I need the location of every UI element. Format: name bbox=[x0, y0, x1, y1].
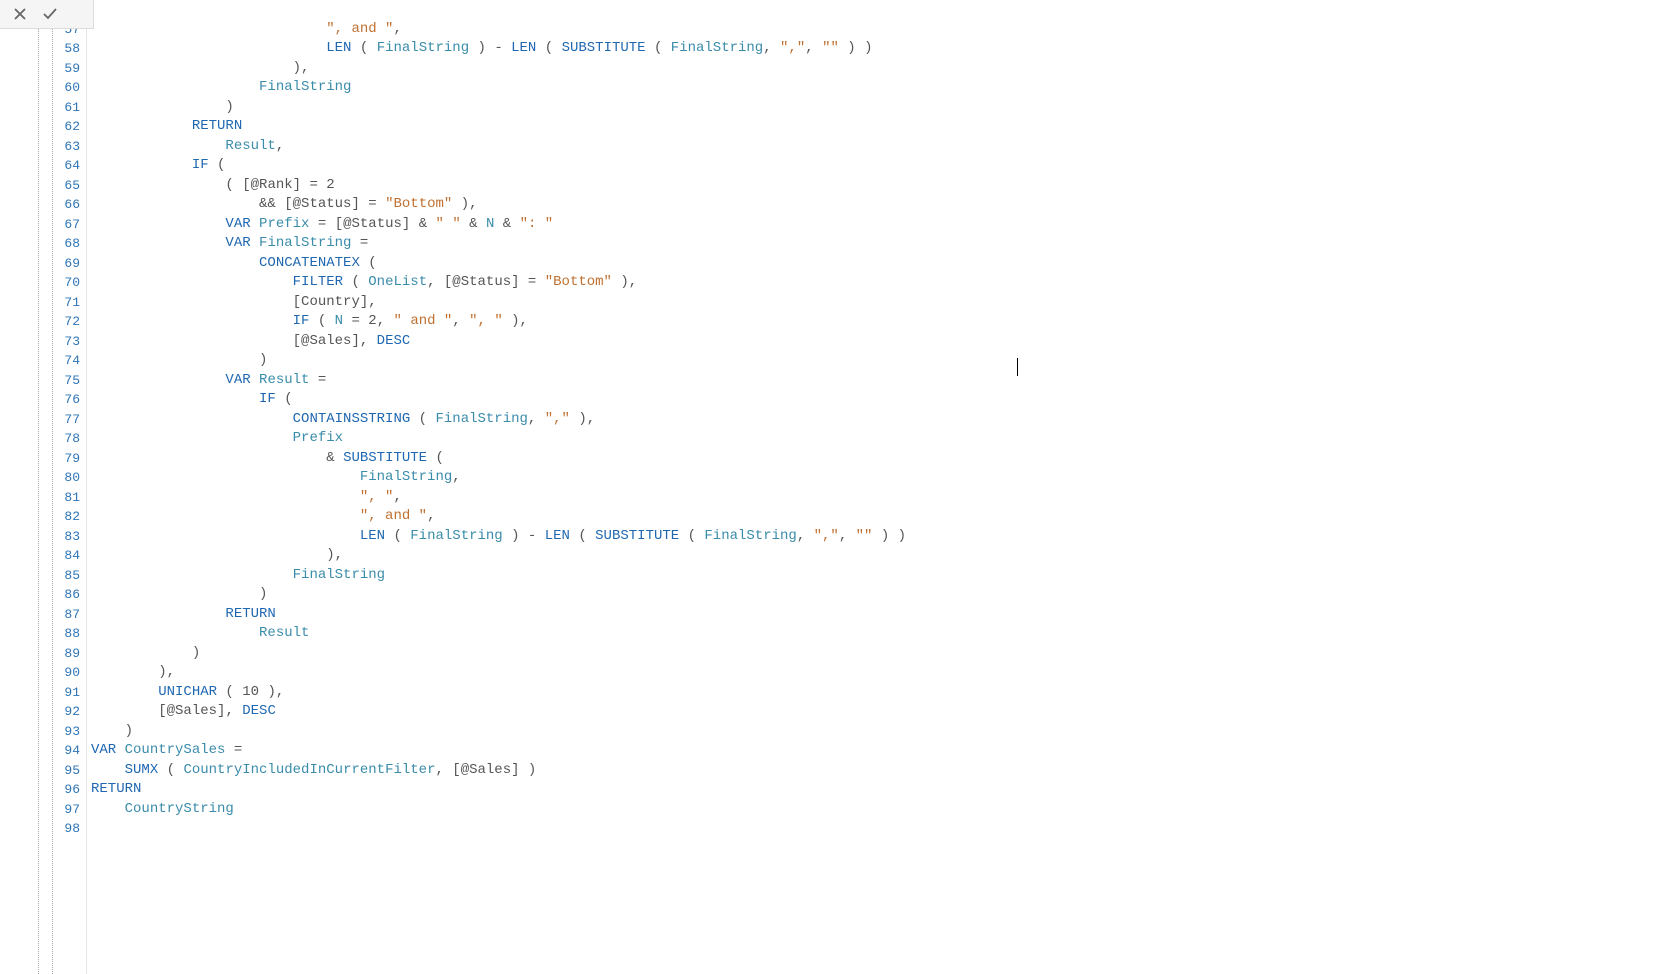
code-line[interactable]: ", and ", bbox=[87, 507, 1680, 527]
code-line[interactable]: IF ( bbox=[87, 390, 1680, 410]
line-number-gutter: 5657585960616263646566676869707172737475… bbox=[40, 0, 87, 974]
line-number: 79 bbox=[40, 449, 86, 469]
line-number: 70 bbox=[40, 273, 86, 293]
line-number: 81 bbox=[40, 488, 86, 508]
line-number: 85 bbox=[40, 566, 86, 586]
code-line[interactable]: VAR CountrySales = bbox=[87, 741, 1680, 761]
line-number: 89 bbox=[40, 644, 86, 664]
code-line[interactable]: && [@Status] = "Bottom" ), bbox=[87, 195, 1680, 215]
code-line[interactable]: VAR FinalString = bbox=[87, 234, 1680, 254]
line-number: 96 bbox=[40, 780, 86, 800]
line-number: 92 bbox=[40, 702, 86, 722]
line-number: 84 bbox=[40, 546, 86, 566]
line-number: 87 bbox=[40, 605, 86, 625]
line-number: 61 bbox=[40, 98, 86, 118]
line-number: 66 bbox=[40, 195, 86, 215]
line-number: 82 bbox=[40, 507, 86, 527]
formula-editor: 5657585960616263646566676869707172737475… bbox=[0, 0, 1680, 974]
fold-margin bbox=[0, 0, 40, 974]
line-number: 67 bbox=[40, 215, 86, 235]
code-line[interactable]: CONTAINSSTRING ( FinalString, "," ), bbox=[87, 410, 1680, 430]
code-line[interactable]: Prefix bbox=[87, 429, 1680, 449]
code-line[interactable]: ", ", bbox=[87, 488, 1680, 508]
code-line[interactable]: Result bbox=[87, 624, 1680, 644]
text-cursor bbox=[1017, 358, 1018, 376]
code-line[interactable]: RETURN bbox=[87, 605, 1680, 625]
line-number: 83 bbox=[40, 527, 86, 547]
line-number: 91 bbox=[40, 683, 86, 703]
code-line[interactable]: ) bbox=[87, 644, 1680, 664]
code-line[interactable]: FinalString bbox=[87, 566, 1680, 586]
confirm-button[interactable] bbox=[38, 2, 62, 26]
line-number: 62 bbox=[40, 117, 86, 137]
line-number: 80 bbox=[40, 468, 86, 488]
code-line[interactable]: FinalString, bbox=[87, 468, 1680, 488]
code-line[interactable]: ) bbox=[87, 722, 1680, 742]
code-line[interactable]: ( [@Rank] = 2 bbox=[87, 176, 1680, 196]
line-number: 77 bbox=[40, 410, 86, 430]
code-line[interactable]: UNICHAR ( 10 ), bbox=[87, 683, 1680, 703]
line-number: 95 bbox=[40, 761, 86, 781]
line-number: 98 bbox=[40, 819, 86, 839]
line-number: 93 bbox=[40, 722, 86, 742]
code-line[interactable]: Result, bbox=[87, 137, 1680, 157]
line-number: 59 bbox=[40, 59, 86, 79]
line-number: 86 bbox=[40, 585, 86, 605]
code-line[interactable]: FinalString bbox=[87, 78, 1680, 98]
code-line[interactable]: LEN ( FinalString ) - LEN ( SUBSTITUTE (… bbox=[87, 39, 1680, 59]
line-number: 60 bbox=[40, 78, 86, 98]
code-line[interactable]: CONCATENATEX ( bbox=[87, 254, 1680, 274]
fold-guide bbox=[38, 0, 40, 974]
code-line[interactable]: IF ( bbox=[87, 156, 1680, 176]
line-number: 64 bbox=[40, 156, 86, 176]
line-number: 71 bbox=[40, 293, 86, 313]
line-number: 74 bbox=[40, 351, 86, 371]
line-number: 68 bbox=[40, 234, 86, 254]
line-number: 72 bbox=[40, 312, 86, 332]
line-number: 58 bbox=[40, 39, 86, 59]
code-line[interactable]: [Country], bbox=[87, 293, 1680, 313]
code-line[interactable]: ", and ", bbox=[87, 20, 1680, 40]
code-line[interactable] bbox=[87, 0, 1680, 20]
code-line[interactable]: ) bbox=[87, 585, 1680, 605]
code-line[interactable]: IF ( N = 2, " and ", ", " ), bbox=[87, 312, 1680, 332]
line-number: 75 bbox=[40, 371, 86, 391]
code-line[interactable]: FILTER ( OneList, [@Status] = "Bottom" )… bbox=[87, 273, 1680, 293]
code-line[interactable]: & SUBSTITUTE ( bbox=[87, 449, 1680, 469]
line-number: 97 bbox=[40, 800, 86, 820]
code-line[interactable]: ) bbox=[87, 98, 1680, 118]
close-icon bbox=[12, 6, 28, 22]
code-line[interactable]: [@Sales], DESC bbox=[87, 702, 1680, 722]
line-number: 76 bbox=[40, 390, 86, 410]
line-number: 88 bbox=[40, 624, 86, 644]
code-line[interactable]: SUMX ( CountryIncludedInCurrentFilter, [… bbox=[87, 761, 1680, 781]
line-number: 94 bbox=[40, 741, 86, 761]
line-number: 63 bbox=[40, 137, 86, 157]
code-line[interactable]: RETURN bbox=[87, 117, 1680, 137]
code-line[interactable]: ), bbox=[87, 59, 1680, 79]
line-number: 78 bbox=[40, 429, 86, 449]
code-line[interactable]: CountryString bbox=[87, 800, 1680, 820]
cancel-button[interactable] bbox=[8, 2, 32, 26]
line-number: 69 bbox=[40, 254, 86, 274]
code-line[interactable]: ) bbox=[87, 351, 1680, 371]
code-line[interactable]: VAR Prefix = [@Status] & " " & N & ": " bbox=[87, 215, 1680, 235]
code-line[interactable]: [@Sales], DESC bbox=[87, 332, 1680, 352]
code-line[interactable] bbox=[87, 819, 1680, 839]
line-number: 90 bbox=[40, 663, 86, 683]
code-line[interactable]: VAR Result = bbox=[87, 371, 1680, 391]
code-line[interactable]: ), bbox=[87, 663, 1680, 683]
fold-guide-inner bbox=[52, 0, 54, 974]
code-area[interactable]: ", and ", LEN ( FinalString ) - LEN ( SU… bbox=[87, 0, 1680, 974]
formula-bar-toolbar bbox=[0, 0, 94, 29]
code-line[interactable]: RETURN bbox=[87, 780, 1680, 800]
code-line[interactable]: LEN ( FinalString ) - LEN ( SUBSTITUTE (… bbox=[87, 527, 1680, 547]
code-line[interactable]: ), bbox=[87, 546, 1680, 566]
line-number: 65 bbox=[40, 176, 86, 196]
line-number: 73 bbox=[40, 332, 86, 352]
check-icon bbox=[41, 5, 59, 23]
